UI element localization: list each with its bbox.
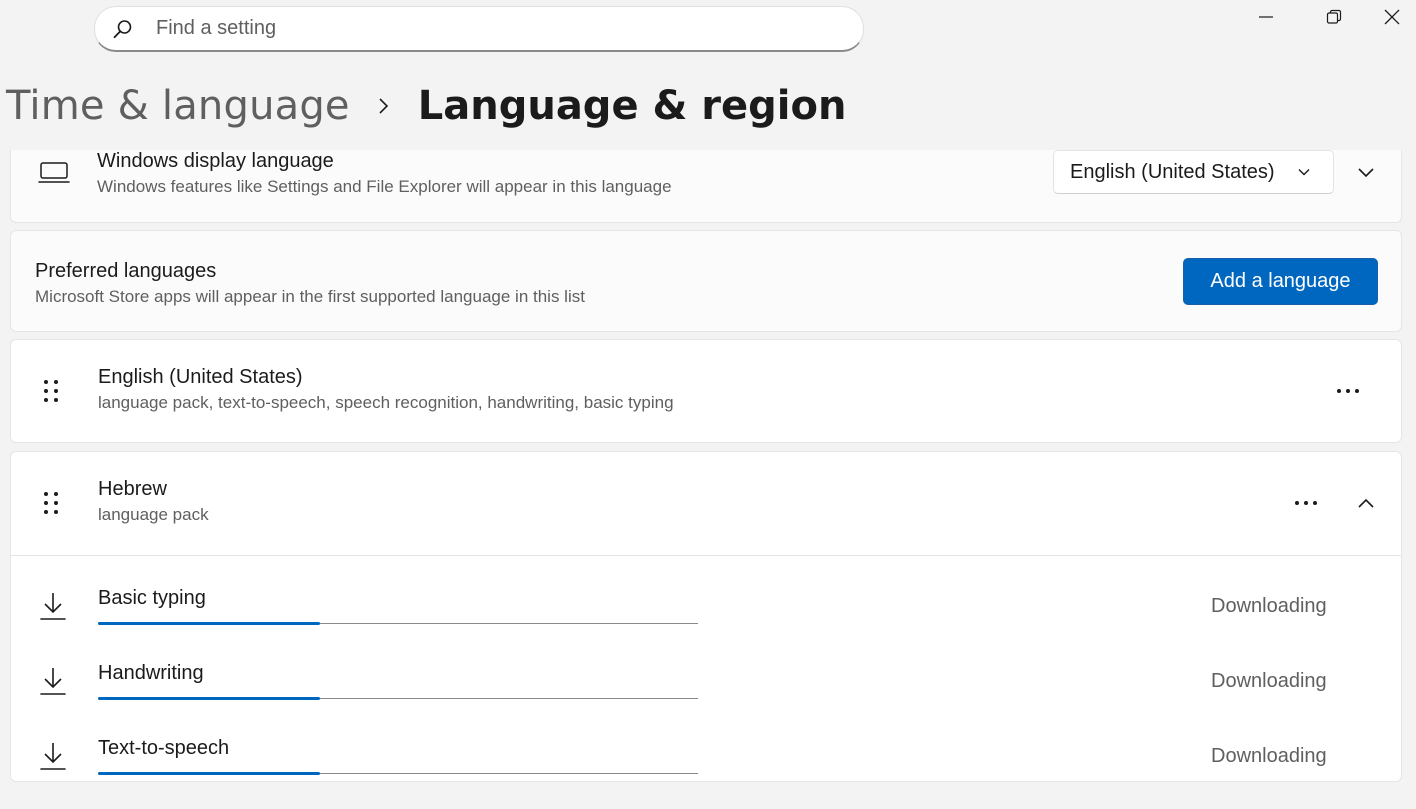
progress-bar bbox=[98, 697, 698, 700]
progress-fill bbox=[98, 622, 320, 625]
display-language-expand-button[interactable] bbox=[1348, 154, 1384, 190]
download-icon bbox=[40, 668, 66, 695]
display-language-card: Windows display language Windows feature… bbox=[10, 150, 1402, 223]
display-language-title: Windows display language bbox=[97, 150, 334, 172]
more-icon-dot bbox=[1304, 501, 1308, 505]
minimize-button[interactable] bbox=[1232, 0, 1300, 34]
restore-button[interactable] bbox=[1300, 0, 1368, 34]
preferred-languages-description: Microsoft Store apps will appear in the … bbox=[35, 287, 585, 306]
minimize-icon bbox=[1259, 16, 1273, 18]
search-box[interactable] bbox=[94, 6, 864, 52]
drag-handle-icon[interactable] bbox=[44, 490, 64, 520]
search-icon bbox=[113, 19, 132, 38]
language-features: language pack bbox=[98, 505, 209, 524]
page-title: Language & region bbox=[417, 83, 847, 129]
more-icon-dot bbox=[1346, 389, 1350, 393]
download-label: Handwriting bbox=[98, 662, 204, 684]
language-item-hebrew: Hebrew language pack Basic typing Downlo… bbox=[10, 451, 1402, 782]
collapse-button[interactable] bbox=[1348, 485, 1384, 521]
progress-bar bbox=[98, 772, 698, 775]
breadcrumb: Time & language Language & region bbox=[6, 78, 846, 134]
download-icon bbox=[40, 593, 66, 620]
download-label: Text-to-speech bbox=[98, 737, 230, 759]
breadcrumb-parent-link[interactable]: Time & language bbox=[6, 83, 350, 129]
close-icon bbox=[1384, 9, 1400, 25]
more-icon-dot bbox=[1295, 501, 1299, 505]
download-row-basic-typing: Basic typing Downloading bbox=[11, 565, 1401, 640]
more-icon-dot bbox=[1313, 501, 1317, 505]
language-item-english: English (United States) language pack, t… bbox=[10, 339, 1402, 443]
chevron-up-icon bbox=[1358, 498, 1374, 508]
progress-bar bbox=[98, 622, 698, 625]
download-row-text-to-speech: Text-to-speech Downloading bbox=[11, 715, 1401, 790]
chevron-down-icon bbox=[1358, 168, 1374, 178]
chevron-right-icon bbox=[379, 98, 388, 114]
display-language-selected: English (United States) bbox=[1070, 160, 1275, 183]
divider bbox=[11, 555, 1401, 556]
chevron-down-icon bbox=[1298, 169, 1310, 176]
download-icon bbox=[40, 743, 66, 770]
more-icon-dot bbox=[1355, 389, 1359, 393]
preferred-languages-title: Preferred languages bbox=[35, 260, 217, 282]
download-row-handwriting: Handwriting Downloading bbox=[11, 640, 1401, 715]
display-language-description: Windows features like Settings and File … bbox=[97, 177, 672, 196]
preferred-languages-card: Preferred languages Microsoft Store apps… bbox=[10, 230, 1402, 332]
language-name: Hebrew bbox=[98, 478, 167, 500]
progress-fill bbox=[98, 772, 320, 775]
more-options-button[interactable] bbox=[1286, 485, 1326, 521]
drag-handle-icon[interactable] bbox=[44, 378, 64, 408]
download-status: Downloading bbox=[1211, 745, 1327, 767]
download-status: Downloading bbox=[1211, 595, 1327, 617]
restore-icon bbox=[1326, 9, 1342, 24]
laptop-icon bbox=[38, 162, 70, 183]
more-icon-dot bbox=[1337, 389, 1341, 393]
search-input[interactable] bbox=[154, 16, 794, 41]
language-name: English (United States) bbox=[98, 366, 303, 388]
close-button[interactable] bbox=[1368, 0, 1416, 34]
display-language-dropdown[interactable]: English (United States) bbox=[1053, 150, 1334, 194]
download-label: Basic typing bbox=[98, 587, 206, 609]
language-features: language pack, text-to-speech, speech re… bbox=[98, 393, 674, 412]
download-status: Downloading bbox=[1211, 670, 1327, 692]
progress-fill bbox=[98, 697, 320, 700]
add-language-button[interactable]: Add a language bbox=[1183, 258, 1378, 305]
more-options-button[interactable] bbox=[1328, 373, 1368, 409]
